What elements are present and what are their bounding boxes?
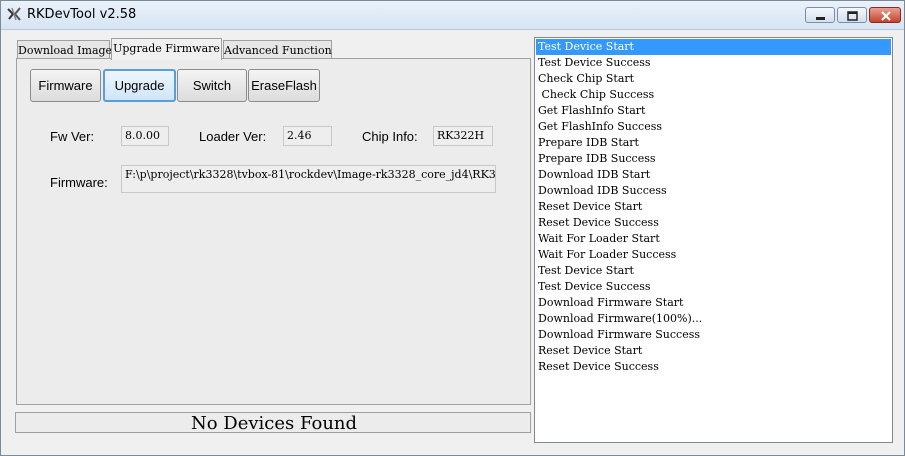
log-entry[interactable]: Download IDB Start xyxy=(536,167,891,183)
log-entry[interactable]: Check Chip Success xyxy=(536,87,891,103)
device-status-bar: No Devices Found xyxy=(15,412,531,434)
log-entry[interactable]: Get FlashInfo Start xyxy=(536,103,891,119)
log-entry[interactable]: Check Chip Start xyxy=(536,71,891,87)
log-entry[interactable]: Wait For Loader Start xyxy=(536,231,891,247)
log-entry[interactable]: Download IDB Success xyxy=(536,183,891,199)
firmware-path-field[interactable]: F:\p\project\rk3328\tvbox-81\rockdev\Ima… xyxy=(121,165,496,193)
log-entry[interactable]: Get FlashInfo Success xyxy=(536,119,891,135)
tab-upgrade-firmware[interactable]: Upgrade Firmware xyxy=(111,38,222,60)
maximize-button[interactable] xyxy=(837,7,867,23)
title-bar[interactable]: RKDevTool v2.58 xyxy=(1,1,904,30)
device-status-text: No Devices Found xyxy=(190,413,358,434)
log-entry[interactable]: Reset Device Start xyxy=(536,343,891,359)
chip-info-field: RK322H xyxy=(433,126,493,146)
upgrade-firmware-panel xyxy=(16,58,531,405)
fw-ver-label: Fw Ver: xyxy=(50,129,95,144)
log-entry[interactable]: Test Device Success xyxy=(536,55,891,71)
log-entry[interactable]: Prepare IDB Start xyxy=(536,135,891,151)
window-title: RKDevTool v2.58 xyxy=(27,7,137,22)
close-icon xyxy=(881,11,891,21)
log-entry[interactable]: Test Device Start xyxy=(536,39,891,55)
firmware-button[interactable]: Firmware xyxy=(30,69,101,102)
loader-ver-label: Loader Ver: xyxy=(199,129,267,144)
firmware-label: Firmware: xyxy=(50,175,108,190)
minimize-button[interactable] xyxy=(805,7,835,23)
log-entry[interactable]: Download Firmware(100%)... xyxy=(536,311,891,327)
log-entry[interactable]: Download Firmware Success xyxy=(536,327,891,343)
log-entry[interactable]: Reset Device Success xyxy=(536,359,891,375)
loader-ver-field: 2.46 xyxy=(283,126,332,146)
chip-info-label: Chip Info: xyxy=(362,129,418,144)
fw-ver-field: 8.0.00 xyxy=(121,126,169,146)
maximize-icon xyxy=(847,11,858,21)
eraseflash-button[interactable]: EraseFlash xyxy=(248,69,320,102)
minimize-icon xyxy=(816,17,825,20)
rk-tool-icon xyxy=(7,7,21,21)
log-entry[interactable]: Download Firmware Start xyxy=(536,295,891,311)
log-entry[interactable]: Test Device Success xyxy=(536,279,891,295)
tab-advanced-function[interactable]: Advanced Function xyxy=(223,40,332,59)
log-entry[interactable]: Wait For Loader Success xyxy=(536,247,891,263)
log-entry[interactable]: Reset Device Success xyxy=(536,215,891,231)
tab-download-image[interactable]: Download Image xyxy=(17,40,112,59)
app-window: RKDevTool v2.58 Download Image Upgrade F… xyxy=(0,0,905,456)
log-entry[interactable]: Test Device Start xyxy=(536,263,891,279)
log-entry[interactable]: Reset Device Start xyxy=(536,199,891,215)
close-button[interactable] xyxy=(869,7,901,23)
upgrade-button[interactable]: Upgrade xyxy=(103,69,176,102)
log-entry[interactable]: Prepare IDB Success xyxy=(536,151,891,167)
switch-button[interactable]: Switch xyxy=(177,69,247,102)
log-list[interactable]: Test Device Start Test Device Success Chec… xyxy=(534,37,893,443)
